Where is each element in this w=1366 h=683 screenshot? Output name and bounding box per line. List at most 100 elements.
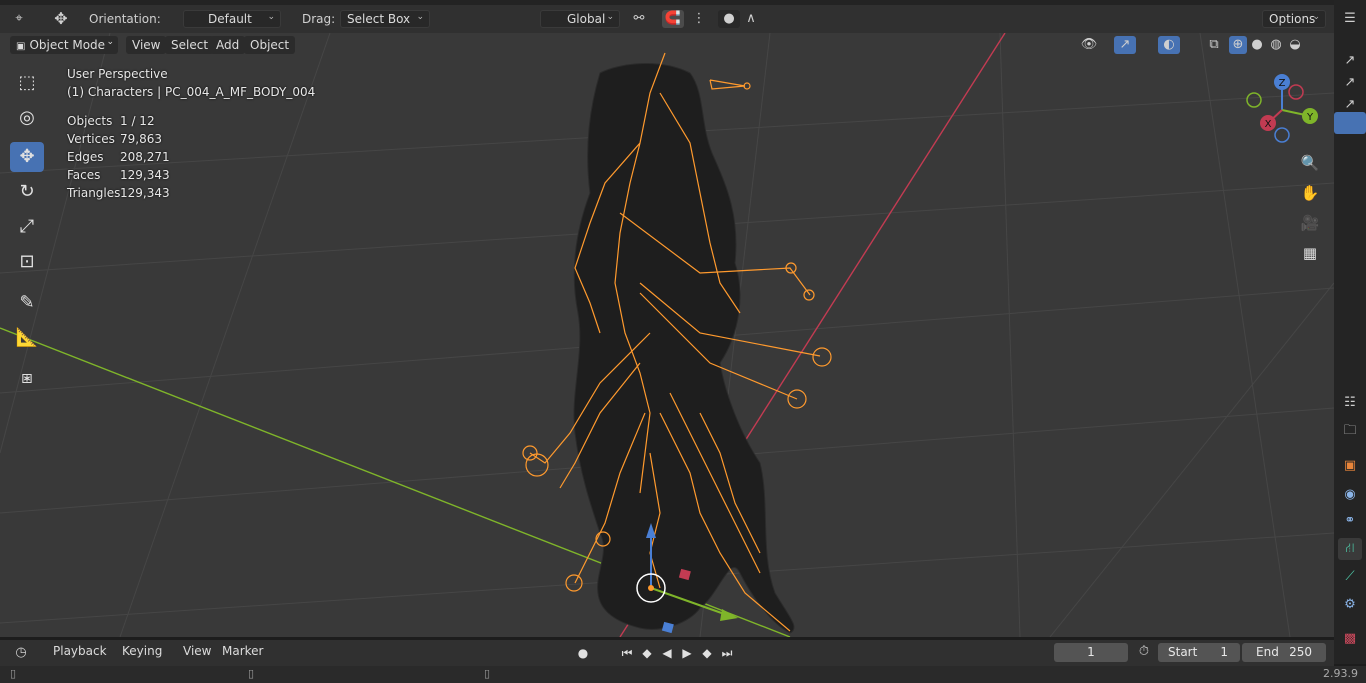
stat-objects-label: Objects xyxy=(67,114,113,128)
character-mesh xyxy=(573,63,795,634)
stat-triangles-value: 129,343 xyxy=(120,186,170,200)
material-shading-icon[interactable]: ◍ xyxy=(1267,36,1285,54)
mode-value: Object Mode xyxy=(29,38,106,52)
camera-view-icon[interactable]: 🎥 xyxy=(1297,210,1323,236)
stat-vertices-label: Vertices xyxy=(67,132,115,146)
bone-properties-icon[interactable]: ⟋ xyxy=(1338,566,1362,588)
start-value: 1 xyxy=(1220,645,1228,659)
visibility-icon[interactable]: 👁 xyxy=(1078,36,1100,54)
gizmo-z-label: Z xyxy=(1279,78,1286,89)
mouse-middle-icon: ▯ xyxy=(248,667,255,680)
perspective-grid-icon[interactable]: ▦ xyxy=(1297,240,1323,266)
falloff-icon[interactable]: ∧ xyxy=(740,10,762,28)
options-label: Options xyxy=(1269,12,1316,26)
wireframe-shading-icon[interactable]: ⊕ xyxy=(1229,36,1247,54)
chevron-down-icon: ⌄ xyxy=(1312,12,1320,22)
jump-end-icon[interactable]: ⏭ xyxy=(718,644,736,662)
physics-icon[interactable]: ◉ xyxy=(1338,484,1362,506)
view-perspective-label: User Perspective xyxy=(67,67,168,81)
start-label: Start xyxy=(1168,645,1198,659)
annotate-tool-icon[interactable]: ✎ xyxy=(10,288,44,318)
texture-properties-icon[interactable]: ▩ xyxy=(1338,628,1362,650)
keying-menu[interactable]: Keying xyxy=(122,644,162,658)
stopwatch-icon[interactable]: ⏱ xyxy=(1133,643,1155,661)
snap-icon[interactable]: 🧲 xyxy=(662,10,684,28)
tool-properties-icon[interactable]: 🗀 xyxy=(1338,420,1362,442)
3d-viewport[interactable] xyxy=(0,33,1334,637)
stat-vertices-value: 79,863 xyxy=(120,132,162,146)
object-menu[interactable]: Object xyxy=(244,36,296,54)
outliner-selected-row[interactable] xyxy=(1334,112,1366,134)
solid-shading-icon[interactable]: ● xyxy=(1248,36,1266,54)
start-frame-field[interactable]: Start 1 xyxy=(1158,643,1240,662)
outliner-item-icon[interactable]: ↗ xyxy=(1338,72,1362,94)
rotate-tool-icon[interactable]: ↻ xyxy=(10,177,44,207)
object-properties-icon[interactable]: ▣ xyxy=(1338,455,1362,477)
tool-header: ⌖ ✥ Orientation: Default ⌄ Drag: Select B… xyxy=(0,5,1334,33)
transform-orientation-dropdown[interactable]: Global ⌄ xyxy=(540,10,620,28)
chevron-down-icon: ⌄ xyxy=(106,37,114,47)
view-menu[interactable]: View xyxy=(126,36,167,54)
add-cube-tool-icon[interactable]: ⧆ xyxy=(10,363,44,393)
pivot-icon[interactable]: ⚯ xyxy=(628,10,650,28)
object-data-armature-icon[interactable]: ⛙ xyxy=(1338,538,1362,560)
record-icon[interactable]: ● xyxy=(574,644,592,662)
orientation-label: Orientation: xyxy=(89,12,161,26)
constraints-icon[interactable]: ⚭ xyxy=(1338,510,1362,532)
timeline-header: ◷ Playback Keying View Marker ● ⏮ ◆ ◀ ▶ … xyxy=(0,640,1334,666)
stat-triangles-label: Triangles xyxy=(67,186,121,200)
navigation-gizmo[interactable]: Z Y X xyxy=(1240,68,1320,148)
overlays-icon[interactable]: ◐ xyxy=(1158,36,1180,54)
measure-tool-icon[interactable]: 📐 xyxy=(10,323,44,353)
cursor-tool-icon[interactable]: ◎ xyxy=(10,103,44,133)
properties-sidebar: ☰ ↗ ↗ ↗ ☷ 🗀 ▣ ◉ ⚭ ⛙ ⟋ ⚙ ▩ xyxy=(1334,0,1366,664)
xray-icon[interactable]: ⧉ xyxy=(1203,36,1225,54)
transform-tool-icon[interactable]: ⊡ xyxy=(10,247,44,277)
end-value: 250 xyxy=(1289,645,1312,659)
play-reverse-icon[interactable]: ◀ xyxy=(658,644,676,662)
jump-start-icon[interactable]: ⏮ xyxy=(618,644,636,662)
stat-faces-label: Faces xyxy=(67,168,101,182)
stat-objects-value: 1 / 12 xyxy=(120,114,155,128)
marker-menu[interactable]: Marker xyxy=(222,644,263,658)
outliner-item-icon[interactable]: ↗ xyxy=(1338,50,1362,72)
playback-menu[interactable]: Playback xyxy=(53,644,107,658)
select-box-tool-icon[interactable]: ⬚ xyxy=(10,68,44,98)
pan-hand-icon[interactable]: ✋ xyxy=(1297,180,1323,206)
end-frame-field[interactable]: End 250 xyxy=(1242,643,1326,662)
add-menu[interactable]: Add xyxy=(210,36,246,54)
transform-space-value: Global xyxy=(567,12,606,26)
jump-keyframe-forward-icon[interactable]: ◆ xyxy=(698,644,716,662)
move-tool-button[interactable]: ✥ xyxy=(10,142,44,172)
zoom-icon[interactable]: 🔍 xyxy=(1297,150,1323,176)
status-bar: ▯ ▯ ▯ 2.93.9 xyxy=(0,666,1366,683)
mode-dropdown[interactable]: ▣ Object Mode ⌄ xyxy=(10,36,118,54)
timeline-view-menu[interactable]: View xyxy=(183,644,211,658)
stat-edges-value: 208,271 xyxy=(120,150,170,164)
object-mode-icon: ▣ xyxy=(16,41,26,52)
bone-constraints-icon[interactable]: ⚙ xyxy=(1338,594,1362,616)
orientation-dropdown[interactable]: Default ⌄ xyxy=(183,10,281,28)
chevron-down-icon: ⌄ xyxy=(416,12,424,22)
current-frame-field[interactable]: 1 xyxy=(1054,643,1128,662)
proportional-edit-icon[interactable]: ● xyxy=(718,10,740,28)
jump-keyframe-back-icon[interactable]: ◆ xyxy=(638,644,656,662)
play-icon[interactable]: ▶ xyxy=(678,644,696,662)
gizmo-y-label: Y xyxy=(1306,112,1314,123)
drag-dropdown[interactable]: Select Box ⌄ xyxy=(340,10,430,28)
orientation-value: Default xyxy=(208,12,252,26)
editor-type-icon[interactable]: ⌖ xyxy=(8,10,30,28)
select-menu[interactable]: Select xyxy=(165,36,215,54)
mouse-right-icon: ▯ xyxy=(484,667,491,680)
gizmo-x-label: X xyxy=(1265,119,1272,130)
options-dropdown[interactable]: Options ⌄ xyxy=(1262,10,1326,28)
timeline-editor-icon[interactable]: ◷ xyxy=(10,644,32,662)
outliner-icon[interactable]: ☰ xyxy=(1338,8,1362,30)
rendered-shading-icon[interactable]: ◒ xyxy=(1286,36,1304,54)
properties-editor-icon[interactable]: ☷ xyxy=(1338,392,1362,414)
snap-target-icon[interactable]: ⋮ xyxy=(688,10,710,28)
gizmo-toggle-icon[interactable]: ↗ xyxy=(1114,36,1136,54)
version-label: 2.93.9 xyxy=(1323,667,1358,680)
scale-tool-icon[interactable]: ⤢ xyxy=(10,212,44,242)
drag-label: Drag: xyxy=(302,12,336,26)
